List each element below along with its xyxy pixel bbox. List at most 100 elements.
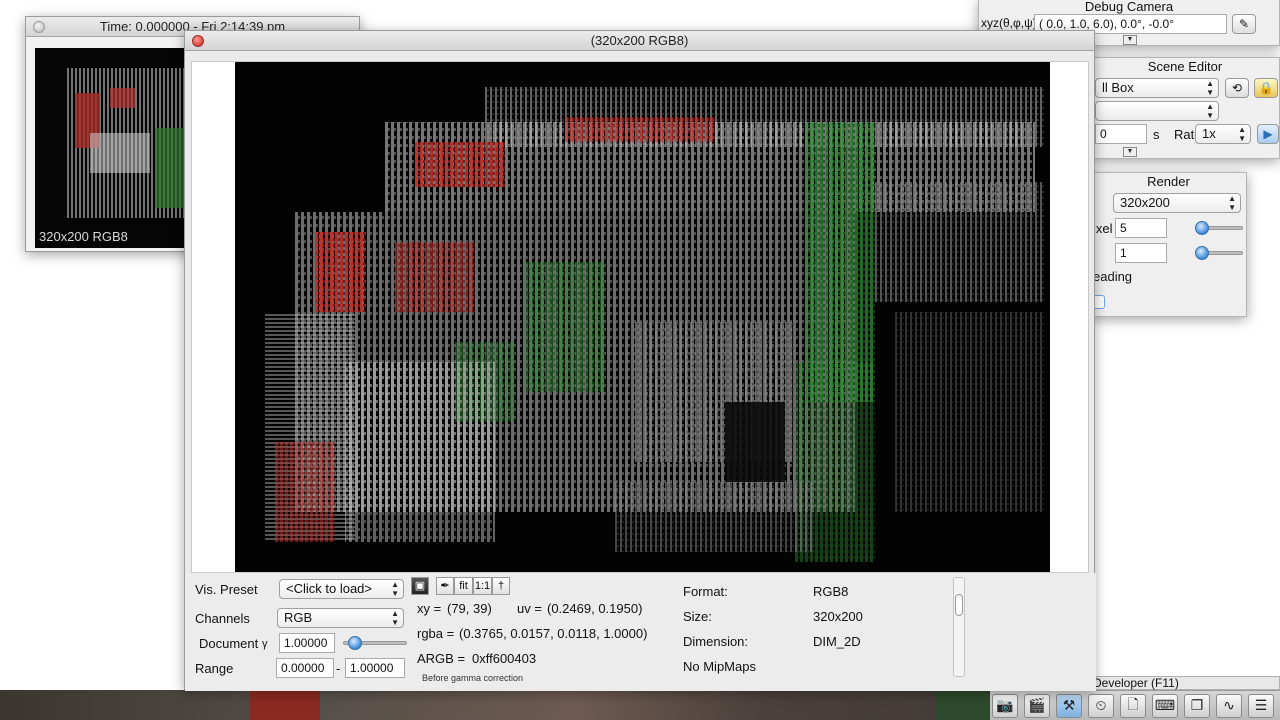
format-value: RGB8 [813, 584, 849, 599]
channels-label: Channels [195, 611, 250, 626]
xy-value: (79, 39) [447, 601, 492, 616]
gamma-note: Before gamma correction [422, 673, 524, 683]
scene-red-wall [250, 690, 320, 720]
gamma-symbol: γ [262, 638, 268, 650]
developer-title: Developer (F11) [1090, 676, 1280, 690]
xyz-label: xyz(θ,φ,ψ): [981, 16, 1041, 30]
resolution-select[interactable]: 320x200 ▲ ▼ [1113, 193, 1241, 213]
second-field[interactable]: 1 [1115, 243, 1167, 263]
one-to-one-button[interactable]: 1:1 [473, 577, 492, 595]
mipmaps-label: No MipMaps [683, 659, 756, 674]
camera-icon[interactable]: 📷 [992, 693, 1018, 718]
pixel-label: ixel [1093, 221, 1113, 236]
refresh-icon: ⟲ [1231, 81, 1243, 95]
pixel-field[interactable]: 5 [1115, 218, 1167, 238]
collapse-arrow-icon[interactable]: ▼ [1123, 35, 1137, 45]
debug-camera-title: Debug Camera [1084, 0, 1174, 14]
argb-label: ARGB = [417, 651, 466, 666]
terminal-icon[interactable]: ⌨ [1152, 693, 1178, 718]
time-unit: s [1153, 127, 1160, 142]
stepper-icon: ▲ ▼ [1206, 102, 1214, 120]
thumbnail-image [35, 48, 195, 248]
texture-info-panel: Vis. Preset <Click to load> ▲ ▼ Channels … [185, 573, 1096, 691]
pin-icon: † [497, 580, 505, 592]
eyedropper-icon: ✒ [440, 580, 450, 592]
rgba-value: (0.3765, 0.0157, 0.0118, 1.0000) [459, 626, 648, 641]
texture-viewer-titlebar[interactable]: (320x200 RGB8) [185, 31, 1094, 51]
uv-value: (0.2469, 0.1950) [547, 601, 643, 616]
argb-value: 0xff600403 [472, 651, 537, 666]
texture-viewer-title: (320x200 RGB8) [590, 33, 689, 48]
fit-button[interactable]: fit [454, 577, 473, 595]
stepper-icon: ▲ ▼ [1228, 194, 1236, 212]
gamma-slider-knob[interactable] [348, 636, 362, 650]
format-label: Format: [683, 584, 728, 599]
texture-display[interactable] [191, 61, 1089, 573]
play-icon: ▶ [1263, 127, 1273, 141]
play-button[interactable]: ▶ [1257, 124, 1279, 144]
scene-editor-title: Scene Editor [1147, 59, 1223, 74]
texture-image[interactable] [235, 62, 1050, 572]
rate-select-value: 1x [1202, 126, 1216, 141]
info-scrollbar[interactable] [953, 577, 965, 677]
close-icon[interactable] [33, 21, 45, 33]
pixel-slider-knob[interactable] [1195, 221, 1209, 235]
stepper-icon: ▲ ▼ [1238, 125, 1246, 143]
second-slider-knob[interactable] [1195, 246, 1209, 260]
lock-icon: 🔒 [1258, 81, 1274, 95]
render-title: Render [1147, 174, 1190, 189]
rgba-label: rgba = [417, 626, 455, 641]
vis-preset-select[interactable]: <Click to load> ▲ ▼ [279, 579, 404, 599]
lock-button[interactable]: 🔒 [1254, 78, 1278, 98]
eyedropper-button[interactable]: ✒ [436, 577, 454, 595]
disk-icon: ▣ [414, 580, 426, 592]
tools-icon[interactable]: ⚒ [1056, 693, 1082, 718]
page-icon[interactable]: ☰ [1248, 693, 1274, 718]
collapse-arrow-icon[interactable]: ▼ [1123, 147, 1137, 157]
document-label: Document [199, 636, 259, 651]
range-label: Range [195, 661, 234, 676]
range-max-field[interactable]: 1.00000 [345, 658, 405, 678]
render-panel[interactable]: Render 320x200 ▲ ▼ ixel 5 1 eading [1090, 172, 1247, 317]
size-label: Size: [683, 609, 712, 624]
time-field[interactable]: 0 [1095, 124, 1147, 144]
vis-preset-value: <Click to load> [286, 581, 372, 596]
resolution-value: 320x200 [1120, 195, 1170, 210]
rate-select[interactable]: 1x ▲ ▼ [1195, 124, 1251, 144]
pin-button[interactable]: † [492, 577, 510, 595]
film-icon[interactable]: 🎬 [1024, 693, 1050, 718]
texture-viewer-window[interactable]: (320x200 RGB8) Vis. Preset <Click to loa… [184, 30, 1096, 691]
scene-select-value: ll Box [1102, 80, 1134, 95]
xy-label: xy = [417, 601, 442, 616]
scene-green-wall [935, 690, 995, 720]
graph-icon[interactable]: ∿ [1216, 693, 1242, 718]
dimension-label: Dimension: [683, 634, 749, 649]
secondary-select[interactable]: ▲ ▼ [1095, 101, 1219, 121]
stepper-icon: ▲ ▼ [391, 609, 399, 627]
vis-preset-label: Vis. Preset [195, 582, 258, 597]
refresh-button[interactable]: ⟲ [1225, 78, 1249, 98]
thumbnail-label: 320x200 RGB8 [39, 229, 128, 244]
windows-icon[interactable]: ❐ [1184, 693, 1210, 718]
close-icon[interactable] [192, 35, 204, 47]
developer-icons: 📷 🎬 ⚒ ⏲ 🗋 ⌨ ❐ ∿ ☰ [990, 690, 1280, 720]
camera-reset-button[interactable]: ✎ [1232, 14, 1256, 34]
scene-select[interactable]: ll Box ▲ ▼ [1095, 78, 1219, 98]
range-min-field[interactable]: 0.00000 [276, 658, 334, 678]
info-scrollbar-thumb[interactable] [955, 594, 963, 616]
channels-value: RGB [284, 610, 313, 625]
range-separator: - [336, 661, 341, 676]
save-button[interactable]: ▣ [411, 577, 429, 595]
note-icon[interactable]: 🗋 [1120, 693, 1146, 718]
uv-label: uv = [517, 601, 542, 616]
size-value: 320x200 [813, 609, 863, 624]
channels-select[interactable]: RGB ▲ ▼ [277, 608, 404, 628]
scene-editor-panel[interactable]: Scene Editor ll Box ▲ ▼ ⟲ 🔒 ▲ ▼ 0 s Rate 1… [1090, 57, 1280, 159]
dimension-value: DIM_2D [813, 634, 861, 649]
stepper-icon: ▲ ▼ [391, 580, 399, 598]
eraser-icon: ✎ [1238, 17, 1250, 31]
shading-label: eading [1093, 269, 1133, 284]
stepper-icon: ▲ ▼ [1206, 79, 1214, 97]
gamma-field[interactable]: 1.00000 [279, 633, 335, 653]
clock-icon[interactable]: ⏲ [1088, 693, 1114, 718]
